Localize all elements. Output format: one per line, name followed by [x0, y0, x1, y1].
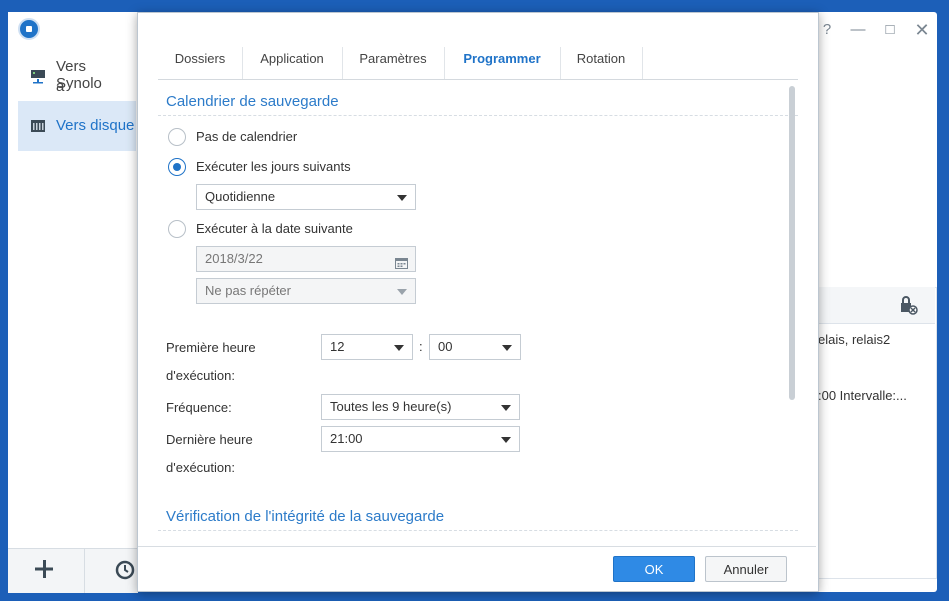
frequency-label: Fréquence: — [166, 400, 232, 415]
days-select[interactable]: Quotidienne — [196, 184, 416, 210]
sidebar-toolbar — [8, 548, 138, 593]
background-panel-header — [818, 287, 935, 324]
sidebar-item-synology-c2[interactable]: Vers Synolo a — [18, 56, 136, 98]
minute-select[interactable]: 00 — [429, 334, 521, 360]
first-run-label-line2: d'exécution: — [166, 368, 235, 383]
app-logo — [18, 18, 40, 40]
last-run-label: Dernière heure — [166, 432, 253, 447]
sidebar-item-label: Vers disque — [56, 117, 135, 134]
radio-label-run-days: Exécuter les jours suivants — [196, 159, 351, 174]
cancel-button[interactable]: Annuler — [705, 556, 787, 582]
chevron-down-icon — [501, 437, 511, 443]
date-field-value: 2018/3/22 — [205, 251, 263, 266]
minute-select-value: 00 — [438, 339, 453, 354]
history-icon[interactable] — [114, 559, 136, 581]
sidebar-item-local-disk[interactable]: Vers disque — [18, 101, 136, 151]
chevron-down-icon — [502, 345, 512, 351]
repeat-select[interactable]: Ne pas répéter — [196, 278, 416, 304]
last-run-label-line2: d'exécution: — [166, 460, 235, 475]
dialog-footer: OK Annuler — [138, 546, 816, 591]
date-field[interactable]: 2018/3/22 — [196, 246, 416, 272]
sidebar-item-label: Vers Synolo — [56, 58, 102, 92]
close-icon[interactable]: ✕ — [910, 18, 934, 42]
chevron-down-icon — [501, 405, 511, 411]
hour-select-value: 12 — [330, 339, 345, 354]
last-run-select[interactable]: 21:00 — [321, 426, 520, 452]
sidebar-item-label-line2: a — [56, 78, 65, 95]
chevron-down-icon — [397, 289, 407, 295]
add-icon[interactable] — [34, 559, 54, 579]
radio-run-date[interactable] — [168, 220, 186, 238]
radio-run-days[interactable] — [168, 158, 186, 176]
tab-programmer[interactable]: Programmer — [444, 47, 561, 79]
hour-select[interactable]: 12 — [321, 334, 413, 360]
time-separator: : — [419, 339, 423, 354]
task-destination-text: elais, relais2 — [818, 332, 891, 347]
tab-dossiers[interactable]: Dossiers — [158, 47, 243, 79]
radio-label-no-schedule: Pas de calendrier — [196, 129, 298, 144]
disk-icon — [30, 118, 46, 134]
minimize-icon[interactable]: — — [846, 18, 870, 42]
radio-label-run-date: Exécuter à la date suivante — [196, 221, 353, 236]
repeat-select-value: Ne pas répéter — [205, 283, 291, 298]
chevron-down-icon — [394, 345, 404, 351]
section-title-integrity-check: Vérification de l'intégrité de la sauveg… — [166, 508, 445, 525]
tab-application[interactable]: Application — [242, 47, 343, 79]
tab-rotation[interactable]: Rotation — [560, 47, 643, 79]
days-select-value: Quotidienne — [205, 189, 276, 204]
frequency-select[interactable]: Toutes les 9 heure(s) — [321, 394, 520, 420]
server-icon — [30, 68, 46, 84]
calendar-icon[interactable] — [395, 253, 408, 269]
scrollbar[interactable] — [789, 86, 795, 400]
first-run-label: Première heure — [166, 340, 256, 355]
ok-button[interactable]: OK — [613, 556, 695, 582]
last-run-select-value: 21:00 — [330, 431, 363, 446]
tab-parametres[interactable]: Paramètres — [342, 47, 445, 79]
task-schedule-text: :00 Intervalle:... — [818, 388, 907, 403]
sidebar: Vers Synolo a Vers disque — [8, 12, 138, 592]
divider — [158, 530, 798, 531]
maximize-icon[interactable]: □ — [878, 18, 902, 42]
tab-bar: Dossiers Application Paramètres Programm… — [158, 47, 798, 80]
radio-no-schedule[interactable] — [168, 128, 186, 146]
lock-icon[interactable] — [898, 295, 918, 315]
frequency-select-value: Toutes les 9 heure(s) — [330, 399, 452, 414]
section-title-schedule: Calendrier de sauvegarde — [166, 93, 339, 110]
backup-settings-dialog: Dossiers Application Paramètres Programm… — [137, 12, 819, 592]
divider — [158, 115, 798, 116]
background-panel — [818, 287, 937, 579]
chevron-down-icon — [397, 195, 407, 201]
